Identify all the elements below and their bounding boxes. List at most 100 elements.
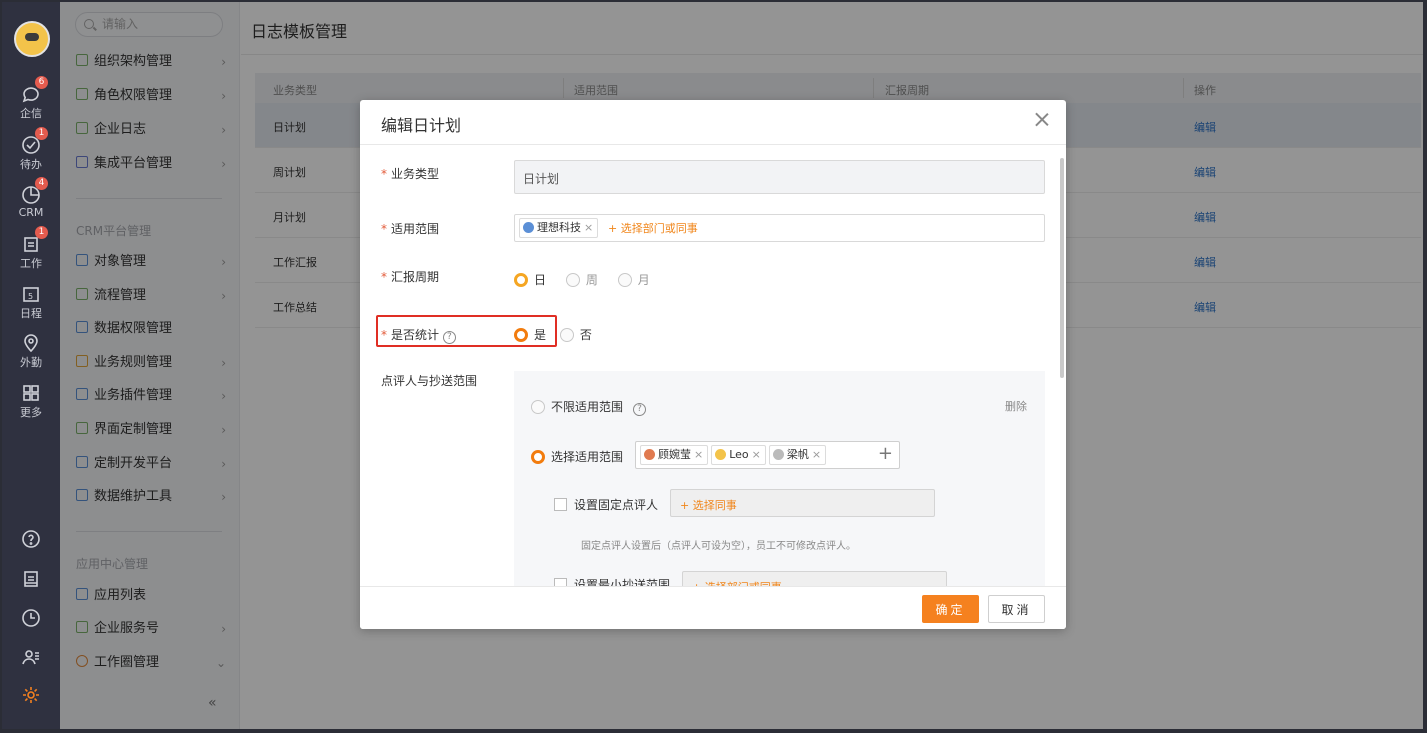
fixed-reviewer-field[interactable]: + 选择同事 xyxy=(670,489,935,517)
rail-badge: 1 xyxy=(35,226,48,239)
location-pin-icon xyxy=(21,333,41,353)
remove-tag-icon[interactable]: × xyxy=(584,221,593,234)
rail-item-more[interactable]: 更多 xyxy=(2,383,60,420)
period-radio-group: 日 周 月 xyxy=(514,271,666,288)
left-rail: 6 企信 1 待办 4 CRM 1 工作 5 日程 外勤 更多 xyxy=(2,2,60,729)
document-icon[interactable] xyxy=(21,569,41,589)
clock-icon[interactable] xyxy=(21,608,41,628)
rail-badge: 4 xyxy=(35,177,48,190)
period-radio-month[interactable] xyxy=(617,273,632,287)
required-mark: * xyxy=(381,270,387,284)
remove-tag-icon[interactable]: × xyxy=(694,448,703,461)
svg-text:5: 5 xyxy=(28,292,33,301)
rail-label: 外勤 xyxy=(20,356,42,369)
radio-label: 周 xyxy=(585,273,598,287)
rail-badge: 1 xyxy=(35,127,48,140)
label-text: 是否统计 xyxy=(391,328,440,342)
rail-label: 待办 xyxy=(20,158,42,171)
fixed-reviewer-option[interactable]: 设置固定点评人 xyxy=(554,496,658,513)
rail-item-field[interactable]: 外勤 xyxy=(2,333,60,370)
user-avatar[interactable] xyxy=(14,21,50,57)
org-icon xyxy=(523,222,534,233)
close-icon[interactable] xyxy=(1035,112,1049,126)
required-mark: * xyxy=(381,222,387,236)
stat-radio-group: 是 否 xyxy=(514,326,608,343)
avatar xyxy=(644,449,655,460)
person-tag: Leo × xyxy=(711,445,766,465)
cancel-button[interactable]: 取消 xyxy=(988,595,1045,623)
rail-badge: 6 xyxy=(35,76,48,89)
person-tag: 顾婉莹 × xyxy=(640,445,709,465)
help-icon[interactable] xyxy=(21,529,41,549)
rail-label: 企信 xyxy=(20,107,42,120)
period-label: * 汇报周期 xyxy=(381,268,439,285)
avatar xyxy=(772,449,784,460)
help-icon[interactable]: ? xyxy=(633,403,647,416)
dialog-body: * 业务类型 日计划 * 适用范围 理想科技 × + 选择部门或同事 * 汇报周期 日 … xyxy=(360,146,1066,586)
grid-icon xyxy=(21,383,41,403)
delete-link[interactable]: 删除 xyxy=(1005,398,1027,414)
dialog-header: 编辑日计划 xyxy=(360,100,1066,145)
radio-label: 月 xyxy=(637,273,650,287)
scope-tag: 理想科技 × xyxy=(519,218,599,238)
scope-add-link[interactable]: + 选择部门或同事 xyxy=(608,222,698,235)
tag-text: 理想科技 xyxy=(537,221,581,234)
reviewer-panel: 不限适用范围? 删除 选择适用范围 顾婉莹 × Leo × 梁帆 × + 设置固定点评人 … xyxy=(514,371,1045,586)
required-mark: * xyxy=(381,167,387,181)
contacts-icon[interactable] xyxy=(21,647,41,667)
remove-tag-icon[interactable]: × xyxy=(752,448,761,461)
tag-text: 梁帆 xyxy=(786,448,809,461)
calendar-icon: 5 xyxy=(21,284,41,304)
avatar xyxy=(715,449,727,460)
period-radio-week[interactable] xyxy=(565,273,580,287)
rail-label: CRM xyxy=(18,206,44,219)
rail-item-messages[interactable]: 6 企信 xyxy=(2,76,60,121)
fixed-reviewer-hint: 固定点评人设置后（点评人可设为空），员工不可修改点评人。 xyxy=(581,541,856,552)
min-cc-option[interactable]: 设置最小抄送范围 xyxy=(554,576,670,586)
unlimited-option[interactable]: 不限适用范围? xyxy=(531,398,647,416)
radio-label: 否 xyxy=(579,328,592,342)
period-radio-day[interactable] xyxy=(514,273,528,287)
person-tag: 梁帆 × xyxy=(768,445,827,465)
stat-radio-no[interactable] xyxy=(559,328,574,342)
help-icon[interactable]: ? xyxy=(442,331,456,344)
min-cc-field[interactable]: + 选择部门或同事 xyxy=(682,571,947,586)
radio-label: 选择适用范围 xyxy=(551,450,624,464)
choose-option[interactable]: 选择适用范围 xyxy=(531,448,639,465)
radio-label: 不限适用范围 xyxy=(551,400,624,414)
scope-field[interactable]: 理想科技 × + 选择部门或同事 xyxy=(514,214,1045,242)
reviewer-label: 点评人与抄送范围 xyxy=(381,374,478,388)
rail-label: 更多 xyxy=(20,406,42,419)
people-field[interactable]: 顾婉莹 × Leo × 梁帆 × + xyxy=(635,441,900,469)
rail-item-crm[interactable]: 4 CRM xyxy=(2,177,60,219)
settings-icon[interactable] xyxy=(21,685,41,705)
label-text: 业务类型 xyxy=(391,167,440,181)
biz-type-value: 日计划 xyxy=(523,172,560,186)
dialog-footer: 确定 取消 xyxy=(360,586,1066,629)
scope-label: * 适用范围 xyxy=(381,220,439,237)
confirm-button[interactable]: 确定 xyxy=(922,595,979,623)
choose-radio[interactable] xyxy=(531,450,545,464)
checkbox-label: 设置最小抄送范围 xyxy=(574,578,671,586)
fixed-reviewer-checkbox[interactable] xyxy=(554,498,567,511)
scrollbar[interactable] xyxy=(1060,158,1064,378)
biz-type-label: * 业务类型 xyxy=(381,165,439,182)
biz-type-field: 日计划 xyxy=(514,160,1045,194)
radio-label: 是 xyxy=(534,328,547,342)
rail-label: 工作 xyxy=(20,257,42,270)
stat-radio-yes[interactable] xyxy=(514,328,528,342)
remove-tag-icon[interactable]: × xyxy=(812,448,821,461)
add-person-icon[interactable]: + xyxy=(878,444,893,464)
tag-text: Leo xyxy=(729,448,749,461)
label-text: 汇报周期 xyxy=(391,270,440,284)
stat-label: * 是否统计 ? xyxy=(381,326,456,344)
rail-item-todo[interactable]: 1 待办 xyxy=(2,127,60,172)
min-cc-checkbox[interactable] xyxy=(554,578,567,586)
unlimited-radio[interactable] xyxy=(531,400,545,414)
dialog-title: 编辑日计划 xyxy=(381,116,462,135)
rail-item-calendar[interactable]: 5 日程 xyxy=(2,284,60,321)
tag-text: 顾婉莹 xyxy=(658,448,691,461)
rail-item-work[interactable]: 1 工作 xyxy=(2,226,60,271)
label-text: 适用范围 xyxy=(391,222,440,236)
required-mark: * xyxy=(381,328,387,342)
